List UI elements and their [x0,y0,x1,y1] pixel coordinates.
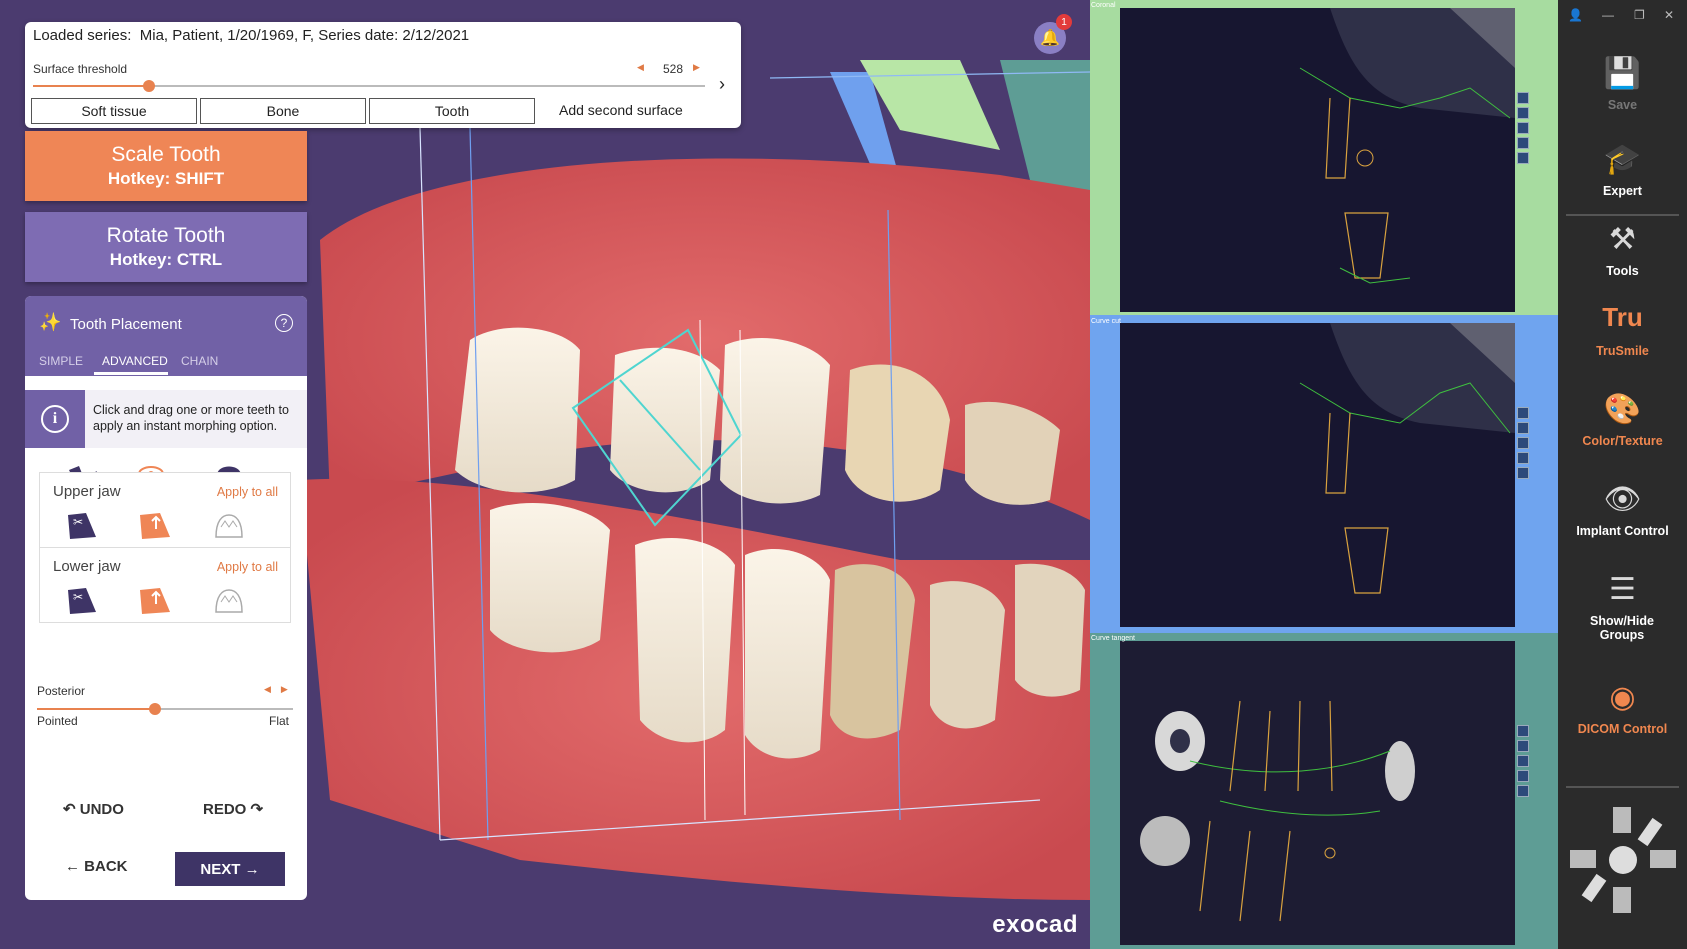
upper-jaw-apply-all[interactable]: Apply to all [217,485,278,499]
view-orientation-cube-icon[interactable] [1568,805,1678,915]
pointed-label: Pointed [37,714,78,728]
posterior-slider-knob[interactable] [149,703,161,715]
right-sidebar: 👤 — ❐ ✕ 💾 Save 🎓 Expert ⚒ Tools Tru TruS… [1558,0,1687,949]
threshold-decrease-icon[interactable]: ◀ [637,62,644,73]
ct-curve-tangent-toolbar[interactable] [1517,725,1529,800]
upper-jaw-crown-icon[interactable] [212,511,246,541]
posterior-stepper-icon[interactable]: ◀▶ [264,684,298,695]
ct-view-curve-tangent[interactable] [1120,641,1515,945]
threshold-value: 528 [663,62,684,76]
tooth-upper-2 [610,347,720,493]
close-icon[interactable]: ✕ [1664,8,1674,22]
flat-label: Flat [268,714,289,728]
expert-icon: 🎓 [1603,143,1642,176]
sidebar-item-expert[interactable]: 🎓 Expert [1558,142,1687,198]
tooth-button[interactable]: Tooth [369,98,535,124]
tooth-lower-1 [490,502,610,653]
sidebar-item-trusmile[interactable]: Tru TruSmile [1558,302,1687,358]
arrow-right-icon: → [244,860,260,878]
bone-button[interactable]: Bone [200,98,366,124]
upper-jaw-label: Upper jaw [53,483,121,500]
redo-button[interactable]: REDO ↷ [203,800,263,818]
color-texture-icon: 🎨 [1603,393,1642,426]
tooth-upper-1 [455,327,580,493]
surface-threshold-label: Surface threshold [33,62,128,76]
tooth-lower-3 [745,549,830,759]
lower-jaw-section: Lower jaw Apply to all ✂ [39,547,291,623]
soft-tissue-button[interactable]: Soft tissue [31,98,197,124]
show-hide-groups-icon: ☰ [1609,573,1636,606]
ct-label-coronal: Coronal [1091,2,1116,9]
series-panel: Loaded series: Mia, Patient, 1/20/1969, … [25,22,741,128]
arrow-left-icon: ← [65,858,80,875]
ct-panel-coronal [1090,0,1558,315]
upper-jaw-cut-icon[interactable]: ✂ [66,511,100,541]
lower-jaw-cut-icon[interactable]: ✂ [66,586,100,616]
ct-panel-curve-cut [1090,315,1558,633]
undo-button[interactable]: ↶ UNDO [63,800,124,818]
tab-chain[interactable]: CHAIN [181,354,218,368]
restore-icon[interactable]: ❐ [1634,8,1645,22]
next-button[interactable]: NEXT → [175,852,285,886]
svg-text:✂: ✂ [73,515,83,529]
minimize-icon[interactable]: — [1602,8,1614,22]
undo-icon: ↶ [63,801,76,818]
ct-view-curve-cut[interactable] [1120,323,1515,627]
svg-text:✂: ✂ [73,590,83,604]
trusmile-icon: Tru [1602,302,1643,332]
sidebar-item-save[interactable]: 💾 Save [1558,56,1687,112]
tooth-placement-title: Tooth Placement [70,316,182,333]
loaded-series: Loaded series: Mia, Patient, 1/20/1969, … [33,27,470,44]
back-button[interactable]: ← BACK [65,858,128,875]
tab-simple[interactable]: SIMPLE [39,354,83,368]
lower-jaw-apply-all[interactable]: Apply to all [217,560,278,574]
add-second-surface-link[interactable]: Add second surface [559,102,683,118]
notification-badge: 1 [1056,14,1072,30]
scale-tooth-button[interactable]: Scale Tooth Hotkey: SHIFT [25,131,307,201]
tools-icon: ⚒ [1609,223,1636,256]
dicom-control-icon: ◉ [1609,681,1636,714]
threshold-increase-icon[interactable]: ▶ [693,62,700,73]
tab-advanced[interactable]: ADVANCED [102,354,168,368]
tooth-placement-header: ✨ Tooth Placement ? SIMPLE ADVANCED CHAI… [25,296,307,376]
ct-coronal-toolbar[interactable] [1517,92,1529,167]
tooth-lower-5 [930,581,1005,729]
sidebar-item-implant-control[interactable]: 👁 Implant Control [1558,482,1687,538]
info-icon: i [41,405,69,433]
posterior-label: Posterior [37,684,86,698]
save-icon: 💾 [1603,57,1642,90]
ct-label-curve-tangent: Curve tangent [1091,635,1135,642]
info-text: Click and drag one or more teeth to appl… [93,403,289,433]
active-tab-indicator [94,372,168,375]
lower-jaw-label: Lower jaw [53,558,121,575]
tooth-placement-panel: ✨ Tooth Placement ? SIMPLE ADVANCED CHAI… [25,296,307,900]
redo-icon: ↷ [250,801,264,818]
tooth-lower-6 [1015,563,1085,697]
help-icon[interactable]: ? [275,314,293,332]
sidebar-item-color-texture[interactable]: 🎨 Color/Texture [1558,392,1687,448]
chevron-right-icon[interactable]: › [719,74,725,95]
tooth-lower-2 [635,537,735,743]
ct-panel-curve-tangent [1090,633,1558,949]
sidebar-item-tools[interactable]: ⚒ Tools [1558,222,1687,278]
user-icon[interactable]: 👤 [1568,8,1583,22]
upper-jaw-lift-icon[interactable] [138,511,172,541]
lower-jaw-lift-icon[interactable] [138,586,172,616]
upper-jaw-section: Upper jaw Apply to all ✂ [39,472,291,548]
info-box: i Click and drag one or more teeth to ap… [25,390,307,448]
tooth-upper-3 [720,337,830,504]
exocad-logo: exocad [992,911,1078,938]
rotate-tooth-button[interactable]: Rotate Tooth Hotkey: CTRL [25,212,307,282]
sidebar-item-show-hide-groups[interactable]: ☰ Show/Hide Groups [1558,572,1687,642]
threshold-slider-knob[interactable] [143,80,155,92]
ct-view-coronal[interactable] [1120,8,1515,312]
magic-wand-icon: ✨ [39,312,62,332]
lower-jaw-crown-icon[interactable] [212,586,246,616]
ct-curve-cut-toolbar[interactable] [1517,407,1529,482]
ct-label-curve-cut: Curve cut [1091,318,1121,325]
implant-control-icon: 👁 [1603,483,1642,516]
sidebar-item-dicom-control[interactable]: ◉ DICOM Control [1558,680,1687,736]
